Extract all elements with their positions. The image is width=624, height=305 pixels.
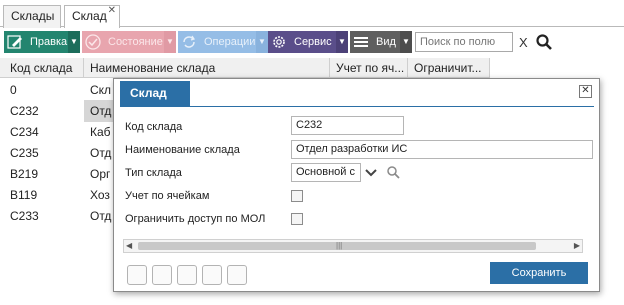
chevron-down-icon: ▼ [400,31,412,53]
operations-menu-button[interactable]: Операции ▼ [178,31,268,53]
save-button[interactable]: Сохранить [490,262,588,284]
scrollbar-thumb[interactable]: ||| [138,242,536,250]
tab-warehouses[interactable]: Склады [3,5,61,28]
scroll-right-icon[interactable]: ▶ [574,241,580,250]
service-label: Сервис [294,36,332,48]
service-menu-button[interactable]: Сервис ▼ [268,31,348,53]
app-window: Склады Склад ✕ Правка ▼ Состояние ▼ Опер… [0,0,624,305]
check-circle-icon [85,34,101,50]
chevron-down-icon: ▼ [164,31,176,53]
cells-checkbox[interactable] [291,190,303,202]
code-cell: C234 [10,125,39,139]
dialog-title-divider [120,106,594,107]
close-icon[interactable]: ✕ [108,5,116,17]
column-header-code[interactable]: Код склада [4,58,84,78]
mol-checkbox[interactable] [291,213,303,225]
chevron-down-icon: ▼ [68,31,80,53]
action-button[interactable] [202,265,222,285]
name-field[interactable]: Отдел разработки ИС [291,140,593,159]
action-button[interactable] [177,265,197,285]
code-cell: C235 [10,146,39,160]
search-icon[interactable] [386,165,400,179]
edit-icon [7,35,22,49]
operations-label: Операции [204,36,256,48]
chevron-down-icon: ▼ [256,31,268,53]
cells-label: Учет по ячейкам [125,190,210,202]
state-menu-button[interactable]: Состояние ▼ [82,31,176,53]
code-cell: C232 [10,104,39,118]
view-list-icon [354,37,368,47]
view-label: Вид [376,36,396,48]
tab-label: Склад [72,9,107,23]
view-menu-button[interactable]: Вид ▼ [350,31,412,53]
chevron-down-icon[interactable] [364,166,378,180]
warehouse-dialog: Склад ✕ Код склада C232 Наименование скл… [113,78,600,292]
action-button[interactable] [127,265,147,285]
clear-search-button[interactable]: X [519,35,528,50]
action-button[interactable] [227,265,247,285]
close-icon[interactable]: ✕ [579,85,592,98]
grid-header: Код склада Наименование склада Учет по я… [0,58,490,78]
column-header-restrict[interactable]: Ограничит... [408,58,490,78]
gear-icon [273,36,285,48]
grip-icon: ||| [336,241,343,250]
edit-menu-button[interactable]: Правка ▼ [4,31,80,53]
tab-label: Склады [11,9,55,23]
edit-label: Правка [30,36,68,48]
scroll-left-icon[interactable]: ◀ [126,241,132,250]
column-header-cells[interactable]: Учет по яч... [330,58,408,78]
search-input[interactable] [415,32,513,52]
type-label: Тип склада [125,167,182,179]
type-select[interactable]: Основной с [291,163,361,182]
code-cell: 0 [10,83,17,97]
code-cell: B219 [10,167,39,181]
tab-warehouse[interactable]: Склад ✕ [64,5,120,28]
mol-label: Ограничить доступ по МОЛ [125,213,266,225]
code-cell: C233 [10,209,39,223]
name-label: Наименование склада [125,144,240,156]
code-label: Код склада [125,121,183,133]
state-label: Состояние [108,36,163,48]
code-field[interactable]: C232 [291,116,404,135]
code-cell: B119 [10,188,38,202]
tab-bar: Склады Склад ✕ [0,0,624,28]
action-button[interactable] [152,265,172,285]
horizontal-scrollbar[interactable]: ◀ ||| ▶ [123,239,583,253]
search-icon[interactable] [535,33,553,51]
cycle-icon [183,35,196,48]
dialog-title: Склад [120,81,190,106]
toolbar: Правка ▼ Состояние ▼ Операции ▼ Сервис ▼… [0,31,624,55]
column-header-name[interactable]: Наименование склада [84,58,330,78]
chevron-down-icon: ▼ [336,31,348,53]
